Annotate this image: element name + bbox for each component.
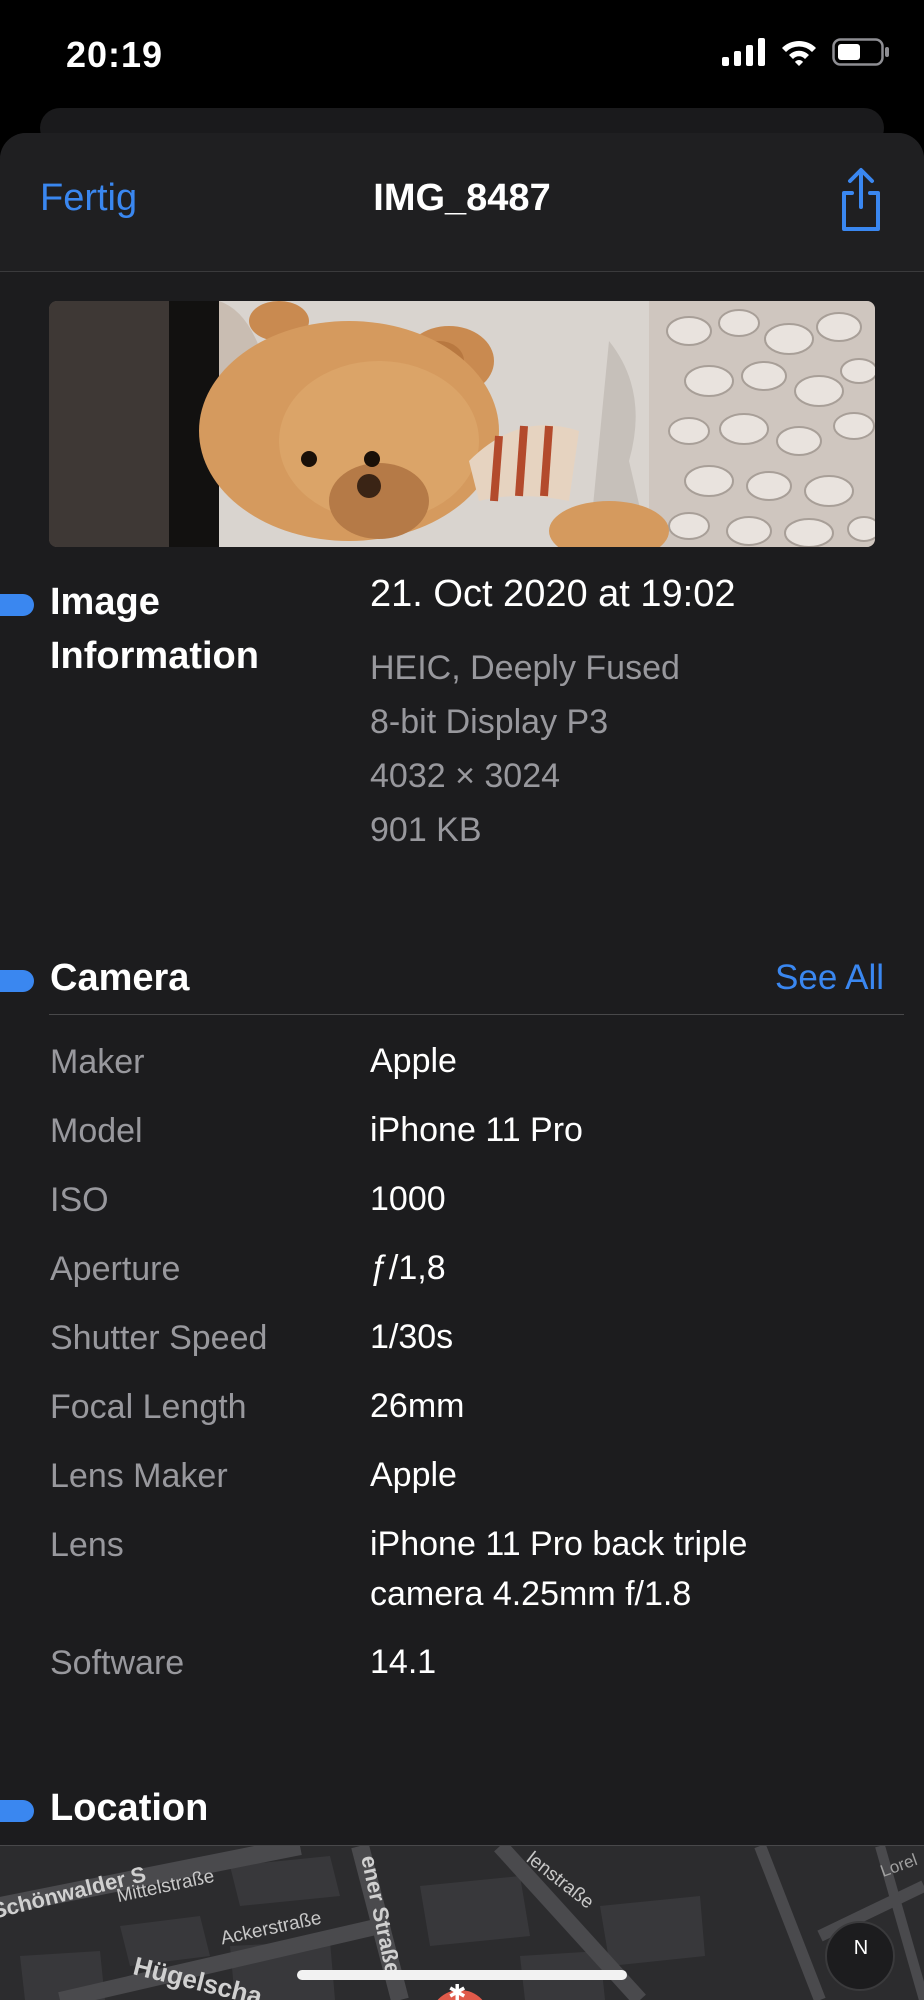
section-marker [0,594,34,616]
lens-maker-label: Lens Maker [50,1457,228,1495]
home-indicator [297,1970,627,1980]
street-label: ener Straße [356,1853,406,1977]
battery-icon [832,38,889,66]
image-dimensions: 4032 × 3024 [370,757,561,795]
image-details: HEIC, Deeply Fused 8-bit Display P3 4032… [370,641,680,857]
maker-label: Maker [50,1043,145,1081]
location-title: Location [50,1787,209,1829]
camera-title: Camera [50,957,190,999]
color-profile: 8-bit Display P3 [370,703,609,741]
software-label: Software [50,1644,185,1682]
iso-value: 1000 [370,1180,446,1218]
shutter-speed-label: Shutter Speed [50,1319,268,1357]
software-value: 14.1 [370,1643,437,1681]
camera-divider [49,1014,904,1015]
aperture-label: Aperture [50,1250,181,1288]
see-all-button[interactable]: See All [775,958,884,998]
street-label: Hügelscha [130,1950,266,2000]
focal-length-label: Focal Length [50,1388,247,1426]
section-marker [0,1800,34,1822]
street-label: lenstraße [522,1847,598,1914]
iso-label: ISO [50,1181,109,1219]
lens-label: Lens [50,1526,124,1564]
model-value: iPhone 11 Pro [370,1111,583,1149]
capture-date: 21. Oct 2020 at 19:02 [370,573,736,615]
focal-length-value: 26mm [370,1387,465,1425]
compass-icon[interactable]: N [841,1928,881,1968]
status-bar: 20:19 [0,0,924,110]
location-pin-icon[interactable]: ✱ [448,1980,466,2000]
status-time: 20:19 [66,34,164,75]
image-information-title-line1: Image [50,581,160,623]
image-information-title-line2: Information [50,635,259,677]
cellular-signal-icon [722,38,765,66]
navigation-bar: Fertig IMG_8487 [0,133,924,272]
file-size: 901 KB [370,811,482,849]
street-label: Ackerstraße [218,1907,324,1950]
lens-maker-value: Apple [370,1456,457,1494]
shutter-speed-value: 1/30s [370,1318,454,1356]
lens-value: iPhone 11 Pro back triple camera 4.25mm … [370,1525,748,1613]
image-format: HEIC, Deeply Fused [370,649,680,687]
wifi-icon [782,40,816,66]
section-marker [0,970,34,992]
image-information-title: Image Information [50,575,259,683]
model-label: Model [50,1112,143,1150]
share-icon[interactable] [838,167,884,233]
maker-value: Apple [370,1042,457,1080]
nav-title: IMG_8487 [373,177,551,219]
info-sheet: Fertig IMG_8487 Image Information 21. Oc… [0,133,924,2000]
photo-thumbnail[interactable] [49,301,875,547]
status-icons [722,38,890,66]
aperture-value: ƒ/1,8 [370,1249,446,1287]
compass-letter: N [853,1937,869,1959]
street-label: Lorel [877,1850,920,1881]
